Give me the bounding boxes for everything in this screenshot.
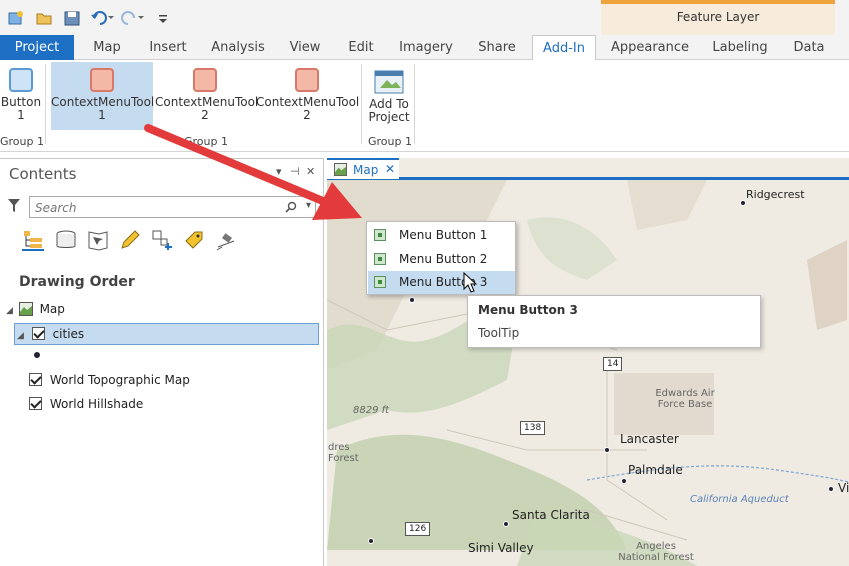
city-marker[interactable] [368,538,374,544]
ribbon-tab-bar: Project Map Insert Analysis View Edit Im… [0,35,849,61]
group-label: Group 1 [368,135,412,148]
tool-icon [295,68,319,92]
new-project-icon[interactable] [8,10,24,26]
tooltip-title: Menu Button 3 [478,303,578,317]
tab-labeling[interactable]: Labeling [706,35,774,60]
list-by-source-icon[interactable] [55,229,77,251]
city-marker[interactable] [621,478,627,484]
filter-icon[interactable] [8,199,20,213]
search-placeholder: Search [35,201,77,215]
menu-item-icon [374,229,386,241]
tab-data[interactable]: Data [784,35,834,60]
tooltip: Menu Button 3 ToolTip [467,295,761,348]
add-to-project-button[interactable]: Add To Project [364,62,414,130]
group-divider [45,64,46,144]
city-label-vi: Vi [838,481,849,495]
tree-layer-hillshade[interactable]: World Hillshade [29,394,289,414]
mouse-cursor-icon [463,272,477,293]
tab-analysis[interactable]: Analysis [204,35,272,60]
ribbon-button-label: 1 [98,108,106,122]
point-symbol-icon[interactable] [34,352,40,358]
tab-project[interactable]: Project [0,35,74,60]
close-tab-icon[interactable]: ✕ [385,162,395,176]
menu-button-3[interactable]: Menu Button 3 [368,271,515,294]
menu-item-label: Menu Button 1 [399,228,488,242]
add-to-project-icon [374,70,404,94]
undo-icon[interactable] [90,10,114,26]
tree-layer-cities[interactable]: ◢ cities [14,323,319,345]
tab-view[interactable]: View [282,35,328,60]
group-label: Group 1 [0,135,44,148]
tree-map-label: Map [39,302,65,316]
list-by-drawing-order-icon[interactable] [22,229,44,251]
highway-shield-14: 14 [603,357,623,371]
tab-imagery[interactable]: Imagery [394,35,458,60]
tab-share[interactable]: Share [468,35,526,60]
map-label-angeles: Angeles National Forest [618,541,694,563]
layer-visibility-checkbox[interactable] [29,373,42,386]
map-label-forest-left: dres Forest [328,442,359,464]
annotation-arrow-icon [144,124,362,220]
ribbon-button-label: 1 [17,108,25,122]
city-label-ridgecrest: Ridgecrest [746,188,805,201]
collapse-icon[interactable]: ◢ [17,331,24,341]
tree-layer-label: cities [52,327,85,341]
city-label-simi-valley: Simi Valley [468,541,534,555]
context-menu: Menu Button 1 Menu Button 2 Menu Button … [366,221,516,295]
tab-add-in[interactable]: Add-In [532,35,596,61]
city-label-lancaster: Lancaster [620,432,679,446]
city-label-santa-clarita: Santa Clarita [512,508,590,522]
save-project-icon[interactable] [64,10,80,26]
button-icon [9,68,33,92]
tab-insert[interactable]: Insert [140,35,196,60]
tab-map[interactable]: Map [80,35,134,60]
map-label-aqueduct: California Aqueduct [690,494,789,505]
list-by-labeling-icon[interactable] [183,229,205,251]
context-menu-tool-1-button[interactable]: ContextMenuTool 1 [51,62,154,130]
map-icon [18,302,33,316]
tree-layer-label: World Topographic Map [49,373,190,387]
tree-layer-topographic[interactable]: World Topographic Map [29,370,289,390]
city-label-palmdale: Palmdale [628,463,683,477]
highway-shield-126: 126 [405,522,431,536]
tree-map-node[interactable]: ◢ Map [6,299,306,319]
layer-visibility-checkbox[interactable] [29,397,42,410]
map-label-edwards: Edwards Air Force Base [655,388,715,410]
ribbon-panel: Button 1 ContextMenuTool 1 ContextMenuTo… [0,60,849,152]
tree-layer-label: World Hillshade [49,397,144,411]
redo-icon[interactable] [120,10,144,26]
tab-appearance[interactable]: Appearance [604,35,696,60]
ribbon-button-label: Project [368,110,410,124]
menu-item-icon [374,276,386,288]
drawing-order-heading: Drawing Order [19,274,135,290]
city-marker[interactable] [828,486,834,492]
tooltip-body: ToolTip [478,326,520,340]
collapse-icon[interactable]: ◢ [6,306,13,316]
list-by-editing-icon[interactable] [119,229,141,251]
ribbon-button-1[interactable]: Button 1 [0,62,42,130]
tab-edit[interactable]: Edit [338,35,384,60]
city-marker[interactable] [409,297,415,303]
tool-icon [193,68,217,92]
list-by-perspective-icon[interactable] [215,229,237,251]
layer-visibility-checkbox[interactable] [31,327,45,340]
menu-button-1[interactable]: Menu Button 1 [368,224,515,247]
tool-icon [90,68,114,92]
menu-item-label: Menu Button 2 [399,252,488,266]
customize-icon[interactable] [158,10,168,26]
city-marker[interactable] [604,447,610,453]
contextual-tab-label: Feature Layer [676,10,760,24]
group-divider [414,64,415,144]
open-project-icon[interactable] [36,10,52,26]
city-marker[interactable] [503,521,509,527]
highway-shield-138: 138 [520,421,546,435]
menu-button-2[interactable]: Menu Button 2 [368,248,515,271]
contents-title: Contents [9,165,77,183]
map-label-elevation: 8829 ft [353,405,390,416]
list-by-snapping-icon[interactable] [151,229,173,251]
list-by-selection-icon[interactable] [87,229,109,251]
menu-item-icon [374,253,386,265]
